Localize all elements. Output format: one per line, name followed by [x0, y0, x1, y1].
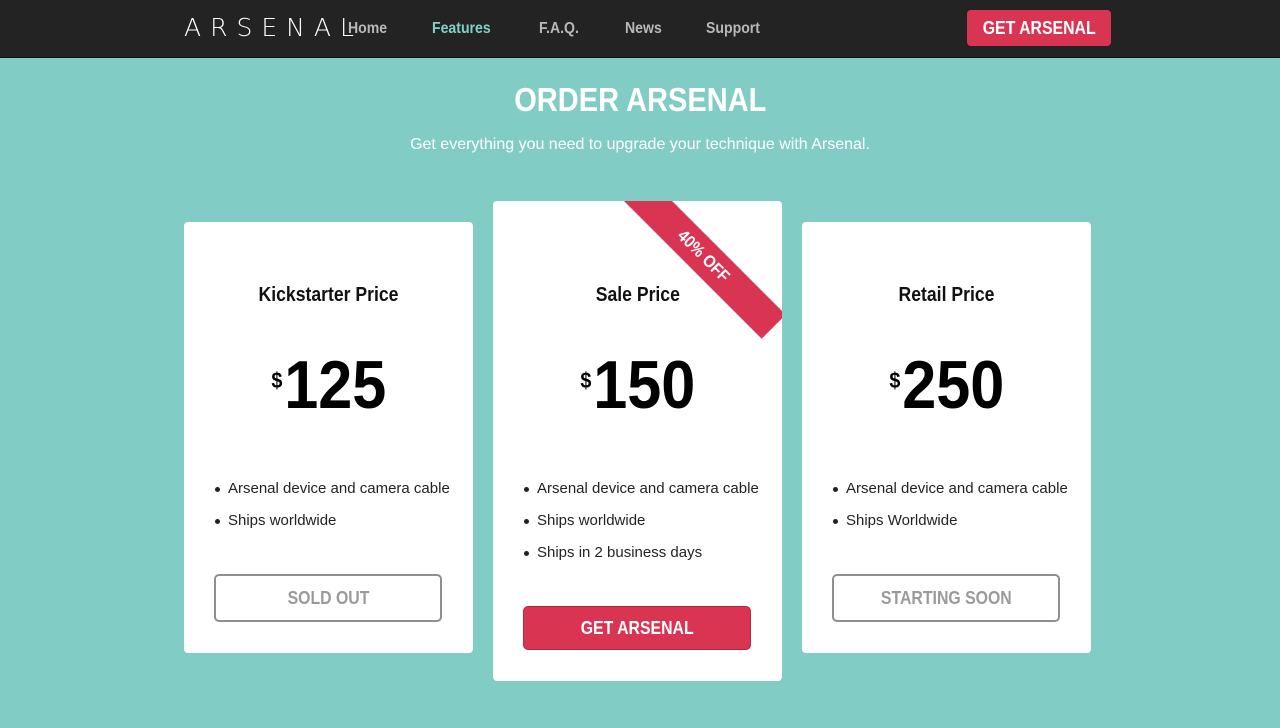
feature-item: Ships worldwide [523, 510, 759, 542]
price-amount: 250 [901, 347, 1004, 423]
brand-logo[interactable]: ARSENAL [184, 12, 363, 44]
card-title: Kickstarter Price [184, 282, 473, 308]
card-title-text: Sale Price [595, 284, 680, 306]
feature-item: Arsenal device and camera cable [832, 478, 1068, 510]
price-inner: $125 [271, 350, 386, 439]
nav-link-features[interactable]: Features [432, 20, 491, 38]
feature-list: Arsenal device and camera cable Ships wo… [523, 478, 759, 574]
currency-symbol: $ [271, 368, 283, 393]
starting-soon-button[interactable]: STARTING SOON [832, 574, 1060, 622]
card-title-text: Kickstarter Price [258, 284, 399, 306]
price: $125 [184, 350, 473, 420]
sold-out-button-label: SOLD OUT [287, 587, 369, 608]
feature-item: Ships worldwide [214, 510, 450, 542]
section-title-text: ORDER ARSENAL [513, 81, 767, 118]
pricing-card-retail: Retail Price $250 Arsenal device and cam… [802, 222, 1091, 653]
currency-symbol: $ [580, 368, 592, 393]
section-subtitle: Get everything you need to upgrade your … [410, 136, 870, 153]
get-arsenal-nav-button-label: GET ARSENAL [982, 17, 1096, 38]
nav-link-support[interactable]: Support [706, 20, 760, 38]
card-title: Retail Price [802, 282, 1091, 308]
nav-link-faq[interactable]: F.A.Q. [539, 20, 579, 38]
card-title: Sale Price [493, 282, 782, 308]
main-nav: Home Features F.A.Q. News Support [348, 0, 808, 58]
nav-link-news[interactable]: News [625, 20, 662, 38]
discount-ribbon-text: 40% OFF [673, 225, 734, 286]
section-title: ORDER ARSENAL [0, 80, 1280, 120]
nav-link-home[interactable]: Home [348, 20, 387, 38]
get-arsenal-nav-button[interactable]: GET ARSENAL [967, 10, 1111, 46]
card-title-text: Retail Price [898, 284, 995, 306]
get-arsenal-button[interactable]: GET ARSENAL [523, 606, 751, 650]
navbar: ARSENAL Home Features F.A.Q. News Suppor… [0, 0, 1280, 58]
price-amount: 125 [283, 347, 386, 423]
get-arsenal-button-label: GET ARSENAL [580, 617, 694, 638]
price: $250 [802, 350, 1091, 420]
price-inner: $250 [889, 350, 1004, 439]
pricing-card-sale: 40% OFF Sale Price $150 Arsenal device a… [493, 201, 782, 681]
sold-out-button[interactable]: SOLD OUT [214, 574, 442, 622]
price-amount: 150 [592, 347, 695, 423]
pricing-card-kickstarter: Kickstarter Price $125 Arsenal device an… [184, 222, 473, 653]
feature-item: Ships Worldwide [832, 510, 1068, 542]
feature-list: Arsenal device and camera cable Ships Wo… [832, 478, 1068, 542]
price-inner: $150 [580, 350, 695, 439]
currency-symbol: $ [889, 368, 901, 393]
feature-item: Arsenal device and camera cable [214, 478, 450, 510]
feature-item: Ships in 2 business days [523, 542, 759, 574]
starting-soon-button-label: STARTING SOON [880, 587, 1012, 608]
price: $150 [493, 350, 782, 420]
feature-list: Arsenal device and camera cable Ships wo… [214, 478, 450, 542]
discount-ribbon: 40% OFF [620, 201, 782, 339]
feature-item: Arsenal device and camera cable [523, 478, 759, 510]
